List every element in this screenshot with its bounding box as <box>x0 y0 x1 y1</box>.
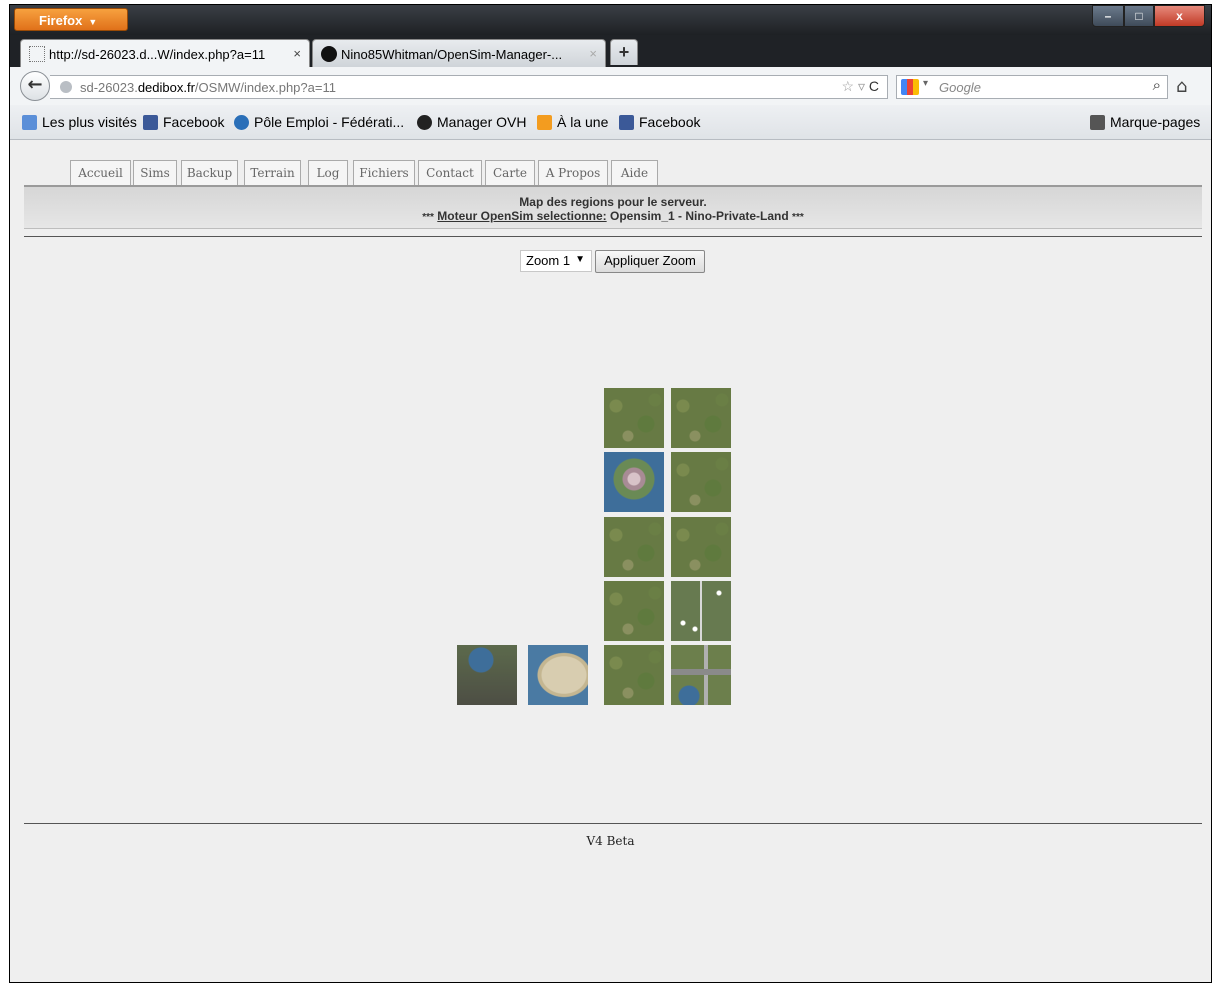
region-tile[interactable] <box>671 645 731 705</box>
url-host: dedibox.fr <box>137 80 195 95</box>
firefox-menu-label: Firefox <box>39 13 83 28</box>
minimize-button[interactable]: – <box>1092 5 1124 27</box>
facebook-icon <box>143 115 158 130</box>
region-tile[interactable] <box>671 517 731 577</box>
engine-value: Opensim_1 - Nino-Private-Land <box>610 209 789 223</box>
menu-tab-log[interactable]: Log <box>308 160 348 186</box>
back-button[interactable]: ← <box>20 71 50 101</box>
menu-tab-backup[interactable]: Backup <box>181 160 238 186</box>
tab-osmw[interactable]: http://sd-26023.d...W/index.php?a=11 × <box>20 39 310 67</box>
bookmark-label: Facebook <box>163 114 225 130</box>
firefox-menu-button[interactable]: Firefox ▼ <box>14 8 128 31</box>
region-tile[interactable] <box>671 388 731 448</box>
new-tab-button[interactable]: + <box>610 39 638 65</box>
region-tile[interactable] <box>604 452 664 512</box>
bookmark-a-la-une[interactable]: À la une <box>537 114 608 130</box>
blank-page-icon <box>29 46 45 62</box>
bookmark-label: Les plus visités <box>42 114 137 130</box>
bookmark-label: Manager OVH <box>437 114 527 130</box>
menu-tab-a-propos[interactable]: A Propos <box>538 160 608 186</box>
bookmark-facebook[interactable]: Facebook <box>143 114 224 130</box>
search-placeholder: Google <box>939 80 981 95</box>
menu-tab-terrain[interactable]: Terrain <box>244 160 301 186</box>
menu-tab-carte[interactable]: Carte <box>485 160 535 186</box>
region-tile[interactable] <box>604 388 664 448</box>
bookmark-star-icon[interactable]: ☆ <box>842 78 855 94</box>
region-tile[interactable] <box>671 452 731 512</box>
footer-version: V4 Beta <box>586 834 635 848</box>
bookmark-pole-emploi[interactable]: Pôle Emploi - Fédérati... <box>234 114 404 130</box>
title-bar: Firefox ▼ – □ x <box>10 5 1211 37</box>
google-icon <box>901 79 919 95</box>
github-icon <box>321 46 337 62</box>
bookmarks-menu-label: Marque-pages <box>1110 114 1201 130</box>
page-content: Accueil Sims Backup Terrain Log Fichiers… <box>10 140 1211 982</box>
url-bar[interactable]: sd-26023.dedibox.fr/OSMW/index.php?a=11 … <box>50 75 888 99</box>
bookmark-most-visited[interactable]: Les plus visités <box>22 114 137 130</box>
chevron-down-icon: ▼ <box>88 17 98 27</box>
tab-strip: http://sd-26023.d...W/index.php?a=11 × N… <box>10 35 1211 67</box>
page-header: Map des regions pour le serveur. *** Mot… <box>24 185 1202 229</box>
bookmark-label: À la une <box>557 114 609 130</box>
tab-title: http://sd-26023.d...W/index.php?a=11 <box>49 47 266 62</box>
bookmark-label: Facebook <box>639 114 701 130</box>
facebook-icon <box>619 115 634 130</box>
divider <box>24 236 1202 237</box>
chevron-down-icon: ▼ <box>575 254 585 265</box>
zoom-select[interactable]: Zoom 1 ▼ <box>520 250 592 272</box>
search-engine-dropdown-icon[interactable]: ▾ <box>923 78 928 89</box>
search-icon[interactable]: ⌕ <box>1153 77 1161 94</box>
reload-icon[interactable]: C <box>869 78 879 94</box>
maximize-button[interactable]: □ <box>1124 5 1154 27</box>
close-tab-icon[interactable]: × <box>293 46 301 61</box>
home-icon[interactable]: ⌂ <box>1176 76 1187 97</box>
tab-github[interactable]: Nino85Whitman/OpenSim-Manager-... × <box>312 39 606 67</box>
engine-line: *** Moteur OpenSim selectionne: Opensim_… <box>24 209 1202 223</box>
close-tab-icon[interactable]: × <box>589 46 597 61</box>
page-title: Map des regions pour le serveur. <box>519 195 707 209</box>
pole-emploi-icon <box>234 115 249 130</box>
region-tile[interactable] <box>604 645 664 705</box>
globe-icon <box>60 81 72 93</box>
tab-title: Nino85Whitman/OpenSim-Manager-... <box>341 47 563 62</box>
menu-tab-aide[interactable]: Aide <box>611 160 658 186</box>
bookmarks-menu-button[interactable]: Marque-pages <box>1090 114 1200 130</box>
region-tile[interactable] <box>457 645 517 705</box>
region-tile[interactable] <box>671 581 731 641</box>
recent-icon <box>22 115 37 130</box>
history-dropdown-icon[interactable]: ▿ <box>858 78 865 94</box>
rss-icon <box>537 115 552 130</box>
menu-tab-accueil[interactable]: Accueil <box>70 160 131 186</box>
region-tile[interactable] <box>528 645 588 705</box>
divider <box>24 823 1202 824</box>
bookmarks-star-icon <box>1090 115 1105 130</box>
engine-label: Moteur OpenSim selectionne: <box>437 209 607 223</box>
region-tile[interactable] <box>604 517 664 577</box>
menu-tab-contact[interactable]: Contact <box>418 160 482 186</box>
stars-left: *** <box>422 212 434 223</box>
menu-tab-sims[interactable]: Sims <box>133 160 177 186</box>
zoom-selected-value: Zoom 1 <box>526 253 571 268</box>
bookmark-facebook-2[interactable]: Facebook <box>619 114 700 130</box>
browser-window: Firefox ▼ – □ x http://sd-26023.d...W/ind… <box>9 4 1212 983</box>
search-box[interactable]: ▾ Google ⌕ <box>896 75 1168 99</box>
apply-zoom-button[interactable]: Appliquer Zoom <box>595 250 705 273</box>
url-prefix: sd-26023. <box>80 80 138 95</box>
menu-tab-fichiers[interactable]: Fichiers <box>353 160 415 186</box>
url-path: /OSMW/index.php?a=11 <box>194 80 336 95</box>
bookmarks-toolbar: Les plus visités Facebook Pôle Emploi - … <box>10 105 1211 140</box>
navigation-bar: ← sd-26023.dedibox.fr/OSMW/index.php?a=1… <box>10 67 1211 106</box>
close-window-button[interactable]: x <box>1154 5 1205 27</box>
stars-right: *** <box>792 212 804 223</box>
bookmark-label: Pôle Emploi - Fédérati... <box>254 114 405 130</box>
bookmark-manager-ovh[interactable]: Manager OVH <box>417 114 526 130</box>
url-bar-icons: ☆ ▿ C <box>842 78 880 95</box>
region-tile[interactable] <box>604 581 664 641</box>
ovh-icon <box>417 115 432 130</box>
